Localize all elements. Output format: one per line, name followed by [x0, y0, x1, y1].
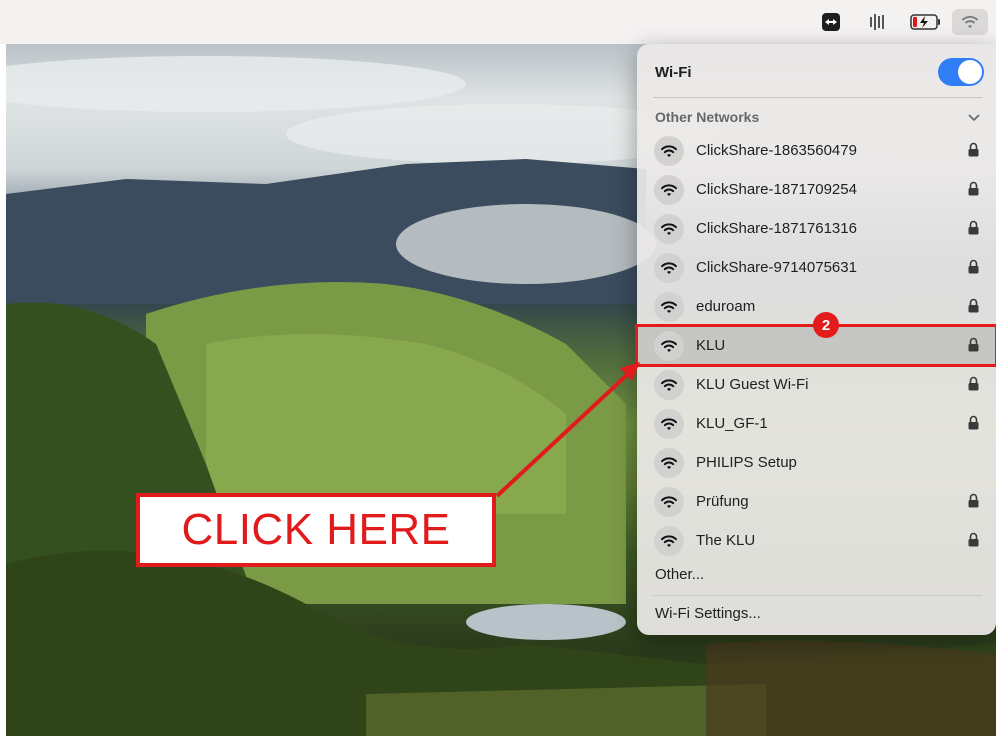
network-name: ClickShare-1863560479 [696, 142, 857, 159]
network-row[interactable]: Prüfung [637, 482, 996, 521]
network-name: KLU Guest Wi-Fi [696, 376, 809, 393]
network-row[interactable]: PHILIPS Setup [637, 443, 996, 482]
lock-icon [968, 220, 979, 240]
audio-meter-icon[interactable] [867, 9, 889, 35]
step-number-badge: 2 [813, 312, 839, 338]
network-row[interactable]: ClickShare-1871709254 [637, 170, 996, 209]
lock-icon [968, 532, 979, 552]
wifi-settings-link[interactable]: Wi-Fi Settings... [655, 605, 761, 622]
network-row[interactable]: ClickShare-1863560479 [637, 131, 996, 170]
network-name: ClickShare-9714075631 [696, 259, 857, 276]
chevron-down-icon[interactable] [968, 110, 980, 125]
wifi-signal-icon [654, 291, 684, 322]
wifi-menu-panel: Wi-Fi Other Networks ClickShare-18635604… [635, 44, 996, 635]
lock-icon [968, 415, 979, 435]
wifi-signal-icon [654, 486, 684, 517]
network-row[interactable]: The KLU [637, 521, 996, 560]
teamviewer-icon[interactable] [820, 9, 842, 35]
wifi-toggle[interactable] [938, 58, 984, 86]
lock-icon [968, 298, 979, 318]
lock-icon [968, 142, 979, 162]
network-row[interactable]: KLU_GF-1 [637, 404, 996, 443]
wifi-signal-icon [654, 447, 684, 478]
network-row[interactable]: ClickShare-9714075631 [637, 248, 996, 287]
menu-bar [0, 0, 996, 44]
network-name: eduroam [696, 298, 756, 315]
network-name: ClickShare-1871709254 [696, 181, 857, 198]
panel-title: Wi-Fi [655, 64, 692, 81]
network-name: The KLU [696, 532, 756, 549]
network-name: Prüfung [696, 493, 749, 510]
divider [653, 97, 982, 98]
network-name: PHILIPS Setup [696, 454, 797, 471]
other-networks-heading[interactable]: Other Networks [655, 109, 759, 125]
wifi-signal-icon [654, 213, 684, 244]
network-row[interactable]: KLU Guest Wi-Fi [637, 365, 996, 404]
network-row[interactable]: ClickShare-1871761316 [637, 209, 996, 248]
network-name: KLU_GF-1 [696, 415, 768, 432]
battery-charging-icon[interactable] [909, 9, 943, 35]
other-networks-option[interactable]: Other... [655, 566, 704, 583]
network-list: ClickShare-1863560479 ClickShare-18717092… [635, 131, 996, 560]
wifi-signal-icon [654, 525, 684, 556]
network-name: ClickShare-1871761316 [696, 220, 857, 237]
wifi-menu-icon[interactable] [952, 9, 988, 35]
lock-icon [968, 376, 979, 396]
wifi-signal-icon [654, 252, 684, 283]
wifi-signal-icon [654, 174, 684, 205]
lock-icon [968, 259, 979, 279]
wifi-signal-icon [654, 369, 684, 400]
lock-icon [968, 493, 979, 513]
divider [653, 595, 982, 596]
wifi-signal-icon [654, 408, 684, 439]
lock-icon [968, 337, 979, 357]
click-here-callout: CLICK HERE [136, 493, 496, 567]
network-name: KLU [696, 337, 726, 354]
lock-icon [968, 181, 979, 201]
wifi-signal-icon [654, 330, 684, 361]
toggle-knob [958, 60, 982, 84]
wifi-signal-icon [654, 135, 684, 166]
